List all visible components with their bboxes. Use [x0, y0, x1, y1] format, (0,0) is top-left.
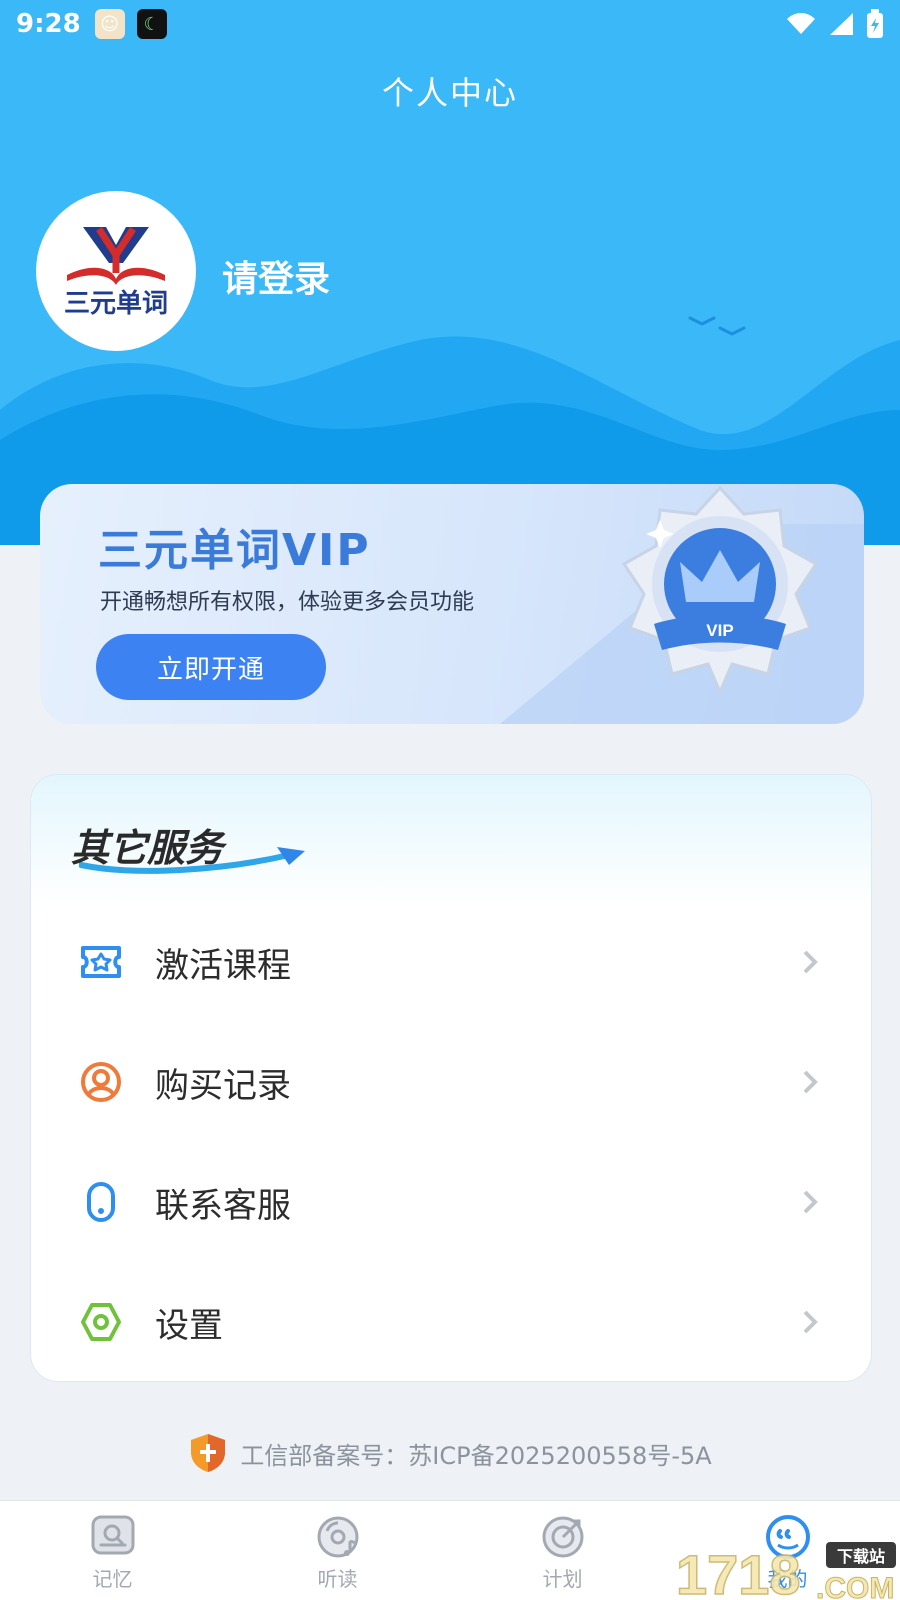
service-row-settings[interactable]: 设置 — [31, 1267, 871, 1377]
service-label: 激活课程 — [155, 945, 291, 986]
service-row-purchase-records[interactable]: 购买记录 — [31, 1027, 871, 1137]
vip-badge-icon: VIP — [621, 485, 819, 696]
login-link[interactable]: 请登录 — [222, 250, 330, 302]
memory-icon — [91, 1515, 134, 1555]
service-label: 联系客服 — [155, 1185, 291, 1226]
vip-badge-label: VIP — [706, 621, 733, 640]
tab-mine[interactable]: 我的 — [675, 1501, 900, 1600]
tab-label: 我的 — [767, 1567, 808, 1591]
phone-icon — [87, 1182, 115, 1222]
header-hero: 9:28 ☺ ☾ 个人中心 三元单词 请登录 — [0, 0, 900, 545]
chevron-right-icon — [803, 1070, 818, 1094]
status-bar: 9:28 ☺ ☾ — [0, 0, 900, 48]
sleep-app-icon: ☾ — [136, 9, 167, 39]
quote-profile-icon — [765, 1515, 810, 1559]
service-label: 设置 — [155, 1305, 223, 1346]
tab-listen[interactable]: 听读 — [225, 1501, 450, 1600]
bottom-tab-bar: 记忆 听读 计划 我的 — [0, 1500, 900, 1600]
icp-text: 工信部备案号：苏ICP备2025200558号-5A — [240, 1441, 712, 1470]
disc-icon — [317, 1516, 358, 1558]
tab-label: 计划 — [542, 1567, 583, 1591]
tab-label: 记忆 — [92, 1567, 133, 1591]
hexagon-settings-icon — [81, 1303, 121, 1341]
chevron-right-icon — [803, 1190, 818, 1214]
vip-title: 三元单词VIP — [98, 525, 371, 576]
service-row-contact-support[interactable]: 联系客服 — [31, 1147, 871, 1257]
wifi-icon — [787, 13, 815, 34]
vip-subtitle: 开通畅想所有权限，体验更多会员功能 — [100, 590, 475, 615]
avatar[interactable]: 三元单词 — [36, 191, 196, 351]
status-time: 9:28 — [16, 9, 81, 39]
app-logo-icon — [67, 226, 165, 285]
services-panel: 其它服务 激活课程 购买记录 联系客服 设置 — [30, 774, 872, 1382]
chevron-right-icon — [803, 950, 818, 974]
services-title: 其它服务 — [71, 826, 224, 870]
target-icon — [542, 1516, 583, 1558]
icp-footer: 工信部备案号：苏ICP备2025200558号-5A — [0, 1432, 900, 1474]
tab-memory[interactable]: 记忆 — [0, 1501, 225, 1600]
service-label: 购买记录 — [155, 1065, 291, 1106]
page-title: 个人中心 — [381, 74, 518, 112]
ticket-icon — [81, 946, 121, 978]
shield-icon — [191, 1434, 226, 1472]
signal-icon — [830, 13, 853, 35]
battery-icon — [867, 9, 883, 38]
vip-card[interactable]: 三元单词VIP 开通畅想所有权限，体验更多会员功能 立即开通 VIP — [40, 484, 864, 724]
notification-app-icon: ☺ — [94, 9, 125, 39]
tab-plan[interactable]: 计划 — [450, 1501, 675, 1600]
user-circle-icon — [81, 1062, 121, 1102]
tab-label: 听读 — [317, 1567, 358, 1591]
vip-open-button[interactable]: 立即开通 — [96, 634, 326, 700]
chevron-right-icon — [803, 1310, 818, 1334]
service-row-activate-course[interactable]: 激活课程 — [31, 907, 871, 1017]
logo-text: 三元单词 — [63, 288, 168, 319]
